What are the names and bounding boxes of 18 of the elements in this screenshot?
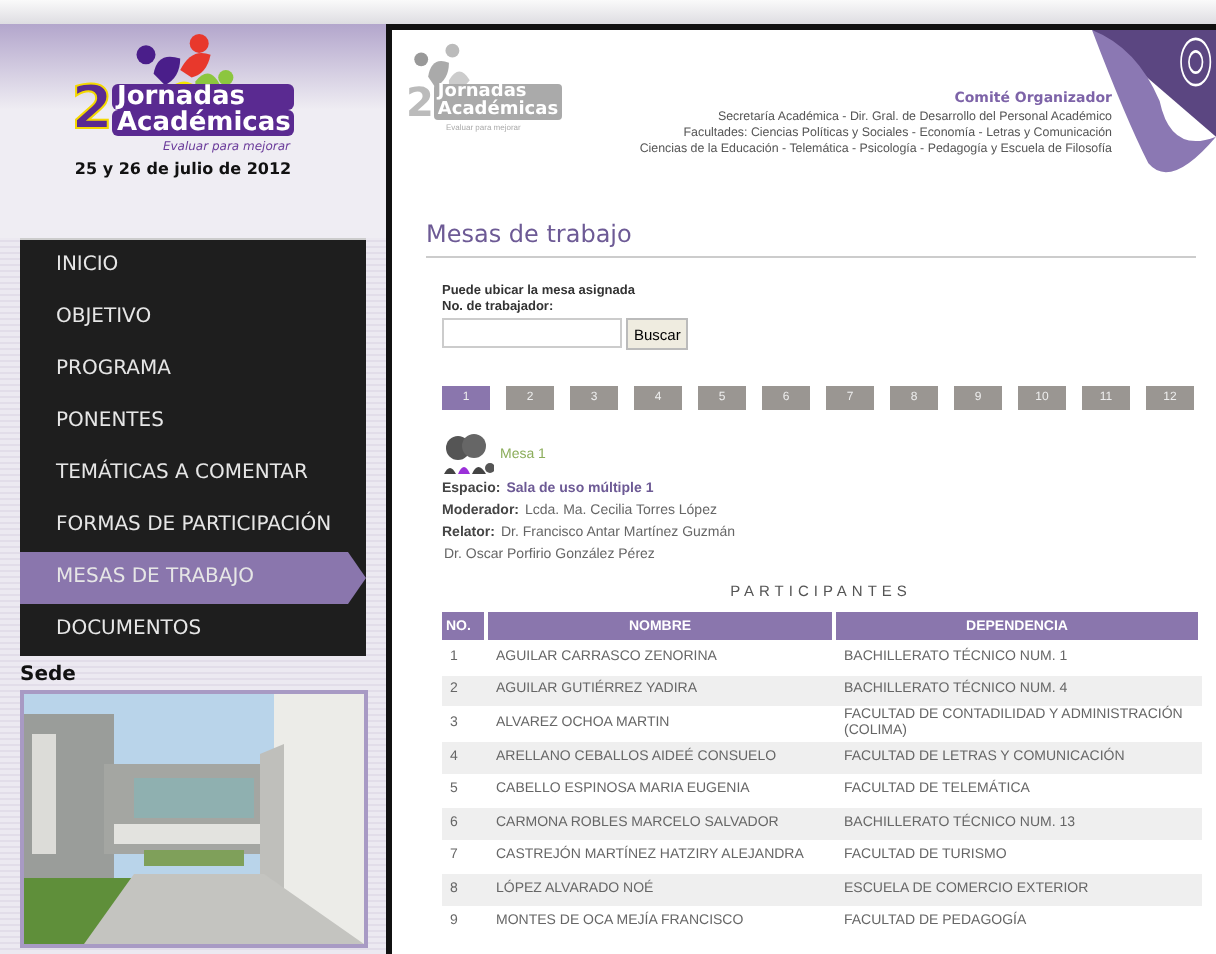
nav-item[interactable]: PONENTES <box>20 396 366 448</box>
nav-item[interactable]: DOCUMENTOS <box>20 604 366 656</box>
input-field[interactable] <box>442 318 622 348</box>
nav-item[interactable]: INICIO <box>20 240 366 292</box>
logo-title: Jornadas <box>437 84 527 102</box>
logo-title: Académicas <box>112 110 295 136</box>
people-icon <box>442 434 494 474</box>
logo-title: Jornadas <box>112 84 295 110</box>
logo-number: 2 <box>71 80 113 140</box>
nav-item[interactable]: FORMAS DE PARTICIPACIÓN <box>20 500 366 552</box>
nav-item[interactable]: OBJETIVO <box>20 292 366 344</box>
logo-title: Académicas <box>437 102 559 120</box>
page-title: Mesas de trabajo <box>426 220 1196 258</box>
logo-number: 2 <box>406 82 434 122</box>
nav-item[interactable]: PROGRAMA <box>20 344 366 396</box>
nav-item[interactable]: TEMÁTICAS A COMENTAR <box>20 448 366 500</box>
section-title: Sede <box>20 664 78 686</box>
event-date: 25 y 26 de julio de 2012 <box>74 160 292 178</box>
